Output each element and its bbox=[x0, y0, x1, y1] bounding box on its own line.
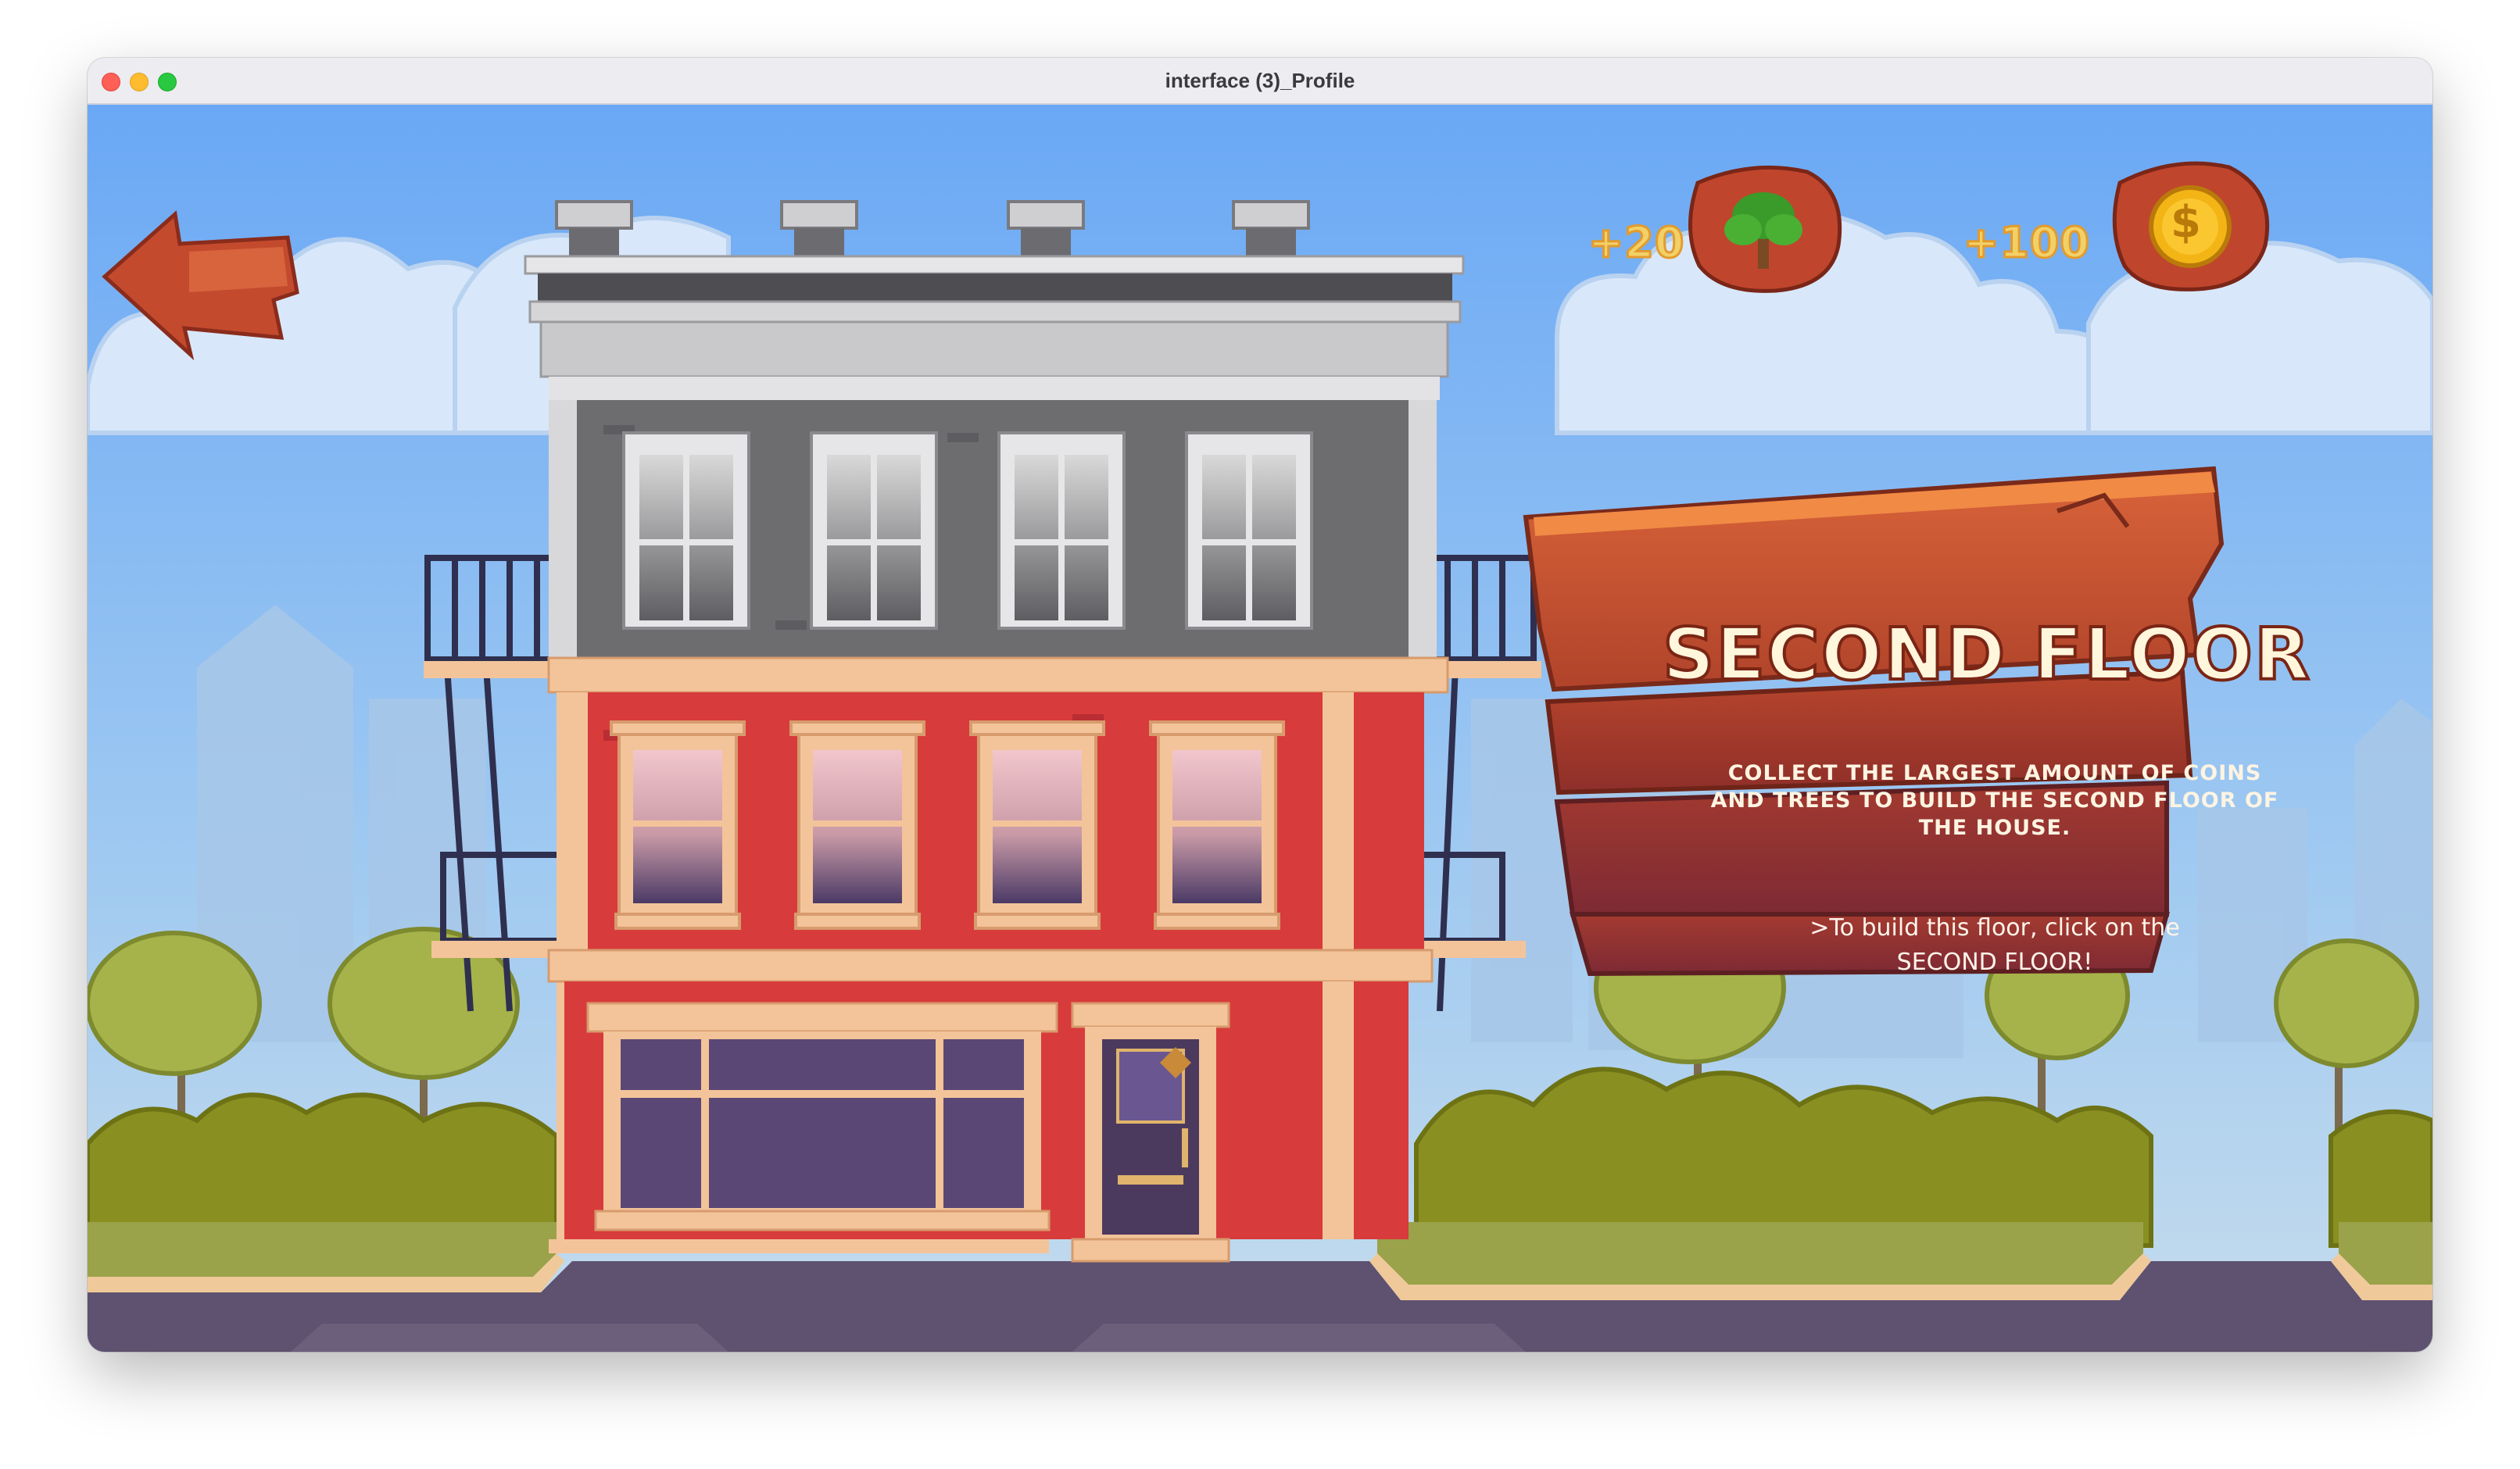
info-sign-art bbox=[1523, 466, 2225, 977]
floor-title: SECOND FLOOR bbox=[1661, 611, 2311, 698]
app-window: interface (3)_Profile +20 +100 $ SECOND … bbox=[88, 58, 2432, 1352]
game-scene: +20 +100 $ SECOND FLOOR COLLECT THE LARG… bbox=[88, 105, 2432, 1352]
house-building bbox=[424, 200, 1541, 1263]
trees-reward-label: +20 bbox=[1587, 217, 1685, 269]
title-bar: interface (3)_Profile bbox=[88, 58, 2432, 105]
second-floor-hotspot[interactable] bbox=[557, 400, 1432, 658]
floor-description: COLLECT THE LARGEST AMOUNT OF COINS AND … bbox=[1710, 761, 2279, 840]
scene-artwork bbox=[88, 105, 2432, 1352]
coins-reward-label: +100 bbox=[1963, 217, 2091, 269]
coin-icon: $ bbox=[2171, 197, 2201, 248]
floor-hint: >To build this floor, click on the SECON… bbox=[1809, 914, 2180, 976]
coin-token[interactable]: $ bbox=[2107, 159, 2271, 300]
window-title: interface (3)_Profile bbox=[1165, 69, 1355, 92]
back-button[interactable] bbox=[102, 206, 302, 363]
tree-token[interactable] bbox=[1682, 167, 1846, 300]
